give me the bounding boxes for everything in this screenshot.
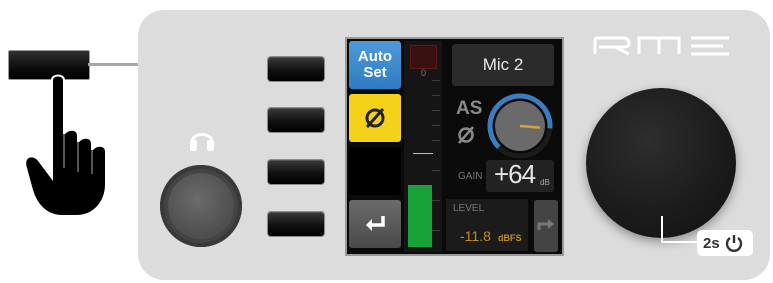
softkey-phase[interactable]: [349, 94, 401, 142]
headphones-icon: [190, 133, 214, 151]
input-name: Mic 2: [452, 44, 554, 86]
meter-tick: [432, 125, 440, 126]
hardware-button-3[interactable]: [267, 159, 325, 185]
level-meter-bar: [408, 185, 432, 247]
meter-tick: [432, 80, 440, 81]
meter-tick: [432, 95, 440, 96]
softkey-empty[interactable]: [349, 147, 401, 195]
softkey-return[interactable]: [349, 200, 401, 248]
meter-tick: [432, 230, 440, 231]
rme-logo: [593, 36, 729, 56]
meter-tick: [432, 110, 440, 111]
power-callout-line: [661, 216, 663, 242]
power-hold-hint: 2s: [697, 230, 753, 256]
power-callout-line: [661, 241, 699, 243]
clip-indicator: [410, 45, 437, 69]
level-unit: dBFS: [498, 233, 522, 243]
forward-arrow-icon: [537, 219, 554, 230]
hardware-button-2[interactable]: [267, 107, 325, 133]
headphone-jack-socket: [168, 173, 234, 239]
softkey-autoset[interactable]: Auto Set: [349, 41, 401, 89]
softkey-autoset-line1: Auto: [357, 48, 393, 65]
hardware-button-1[interactable]: [267, 56, 325, 82]
gain-value: +64: [494, 159, 536, 189]
meter-zero-label: 0: [421, 68, 427, 78]
level-value: -11.8: [460, 228, 491, 244]
phase-invert-icon: [458, 126, 474, 144]
power-icon: [725, 235, 742, 252]
phase-invert-icon: [365, 108, 385, 128]
gain-unit: dB: [540, 178, 550, 187]
meter-tick: [432, 170, 440, 171]
level-label: LEVEL: [453, 203, 485, 214]
autoset-indicator: AS: [456, 98, 483, 119]
gain-knob: [487, 93, 553, 159]
hardware-button-4[interactable]: [267, 211, 325, 237]
return-arrow-icon: [366, 216, 385, 231]
softkey-autoset-line2: Set: [363, 64, 387, 81]
gain-label: GAIN: [458, 171, 483, 182]
softkey-forward[interactable]: [534, 200, 558, 252]
pointing-hand-icon: [24, 74, 107, 217]
meter-reference-line: [413, 153, 433, 154]
meter-tick: [432, 140, 440, 141]
power-hold-time: 2s: [703, 234, 720, 252]
meter-tick: [432, 200, 440, 201]
